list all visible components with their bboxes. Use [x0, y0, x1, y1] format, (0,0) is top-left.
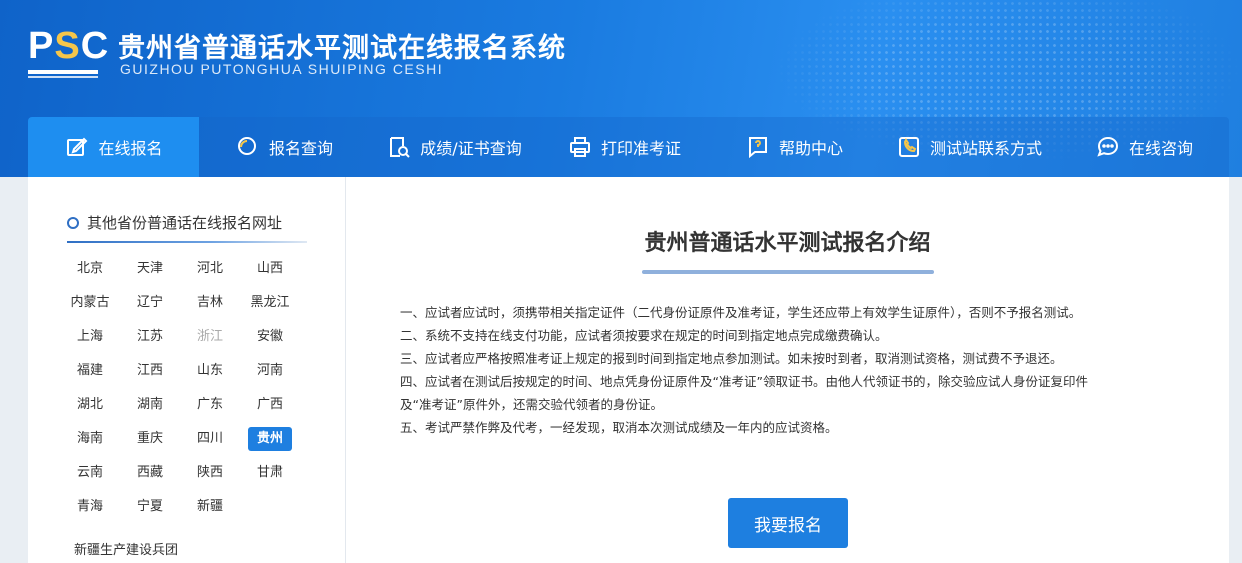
province-link[interactable]: 北京	[68, 257, 112, 281]
province-link[interactable]: 河北	[188, 257, 232, 281]
province-link[interactable]: 云南	[68, 461, 112, 485]
note-line: 及“准考证”原件外，还需交验代领者的身份证。	[400, 397, 663, 412]
main-nav: 在线报名 报名查询 成绩/证书查询 打印准考证 帮助中心 测试站联系方式 在线咨…	[28, 117, 1229, 177]
province-link[interactable]: 吉林	[188, 291, 232, 315]
note-line: 一、应试者应试时，须携带相关指定证件（二代身份证原件及准考证，学生还应带上有效学…	[400, 305, 1082, 320]
nav-print-admission-ticket[interactable]: 打印准考证	[539, 117, 709, 177]
document-search-icon	[386, 134, 412, 160]
site-header: PSC 贵州省普通话水平测试在线报名系统 GUIZHOU PUTONGHUA S…	[0, 0, 1242, 177]
sidebar: 其他省份普通话在线报名网址 北京 天津 河北 山西内蒙古 辽宁 吉林 黑龙江上海 江苏 浙江 安徽…	[28, 177, 346, 563]
sidebar-title: 其他省份普通话在线报名网址	[67, 212, 282, 233]
province-link[interactable]: 江苏	[128, 325, 172, 349]
main-content: 贵州普通话水平测试报名介绍 一、应试者应试时，须携带相关指定证件（二代身份证原件…	[346, 177, 1229, 563]
province-link[interactable]: 湖南	[128, 393, 172, 417]
province-link[interactable]: 浙江	[188, 325, 232, 349]
province-link[interactable]: 新疆	[188, 495, 232, 519]
province-link-xinjiang-corps[interactable]: 新疆生产建设兵团	[68, 539, 178, 563]
province-link[interactable]: 海南	[68, 427, 112, 451]
title-underline	[642, 270, 934, 274]
province-link[interactable]: 宁夏	[128, 495, 172, 519]
province-link[interactable]: 福建	[68, 359, 112, 383]
nav-registration-query[interactable]: 报名查询	[199, 117, 369, 177]
note-line: 二、系统不支持在线支付功能，应试者须按要求在规定的时间到指定地点完成缴费确认。	[400, 328, 888, 343]
nav-score-certificate-query[interactable]: 成绩/证书查询	[369, 117, 539, 177]
search-icon	[235, 134, 261, 160]
chat-icon	[1095, 134, 1121, 160]
page-title: 贵州普通话水平测试报名介绍	[644, 231, 931, 256]
province-link[interactable]: 广西	[248, 393, 292, 417]
province-link[interactable]: 甘肃	[248, 461, 292, 485]
province-link[interactable]: 贵州	[248, 427, 292, 451]
province-link[interactable]: 山西	[248, 257, 292, 281]
province-link[interactable]: 青海	[68, 495, 112, 519]
province-link[interactable]: 山东	[188, 359, 232, 383]
province-link[interactable]: 陕西	[188, 461, 232, 485]
sidebar-title-underline	[67, 241, 307, 243]
registration-notes: 一、应试者应试时，须携带相关指定证件（二代身份证原件及准考证，学生还应带上有效学…	[400, 301, 1190, 439]
province-link[interactable]: 湖北	[68, 393, 112, 417]
help-icon	[745, 134, 771, 160]
nav-online-registration[interactable]: 在线报名	[28, 117, 199, 177]
province-link[interactable]: 重庆	[128, 427, 172, 451]
site-title: 贵州省普通话水平测试在线报名系统	[118, 33, 566, 64]
site-subtitle: GUIZHOU PUTONGHUA SHUIPING CESHI	[120, 61, 444, 77]
province-link[interactable]: 四川	[188, 427, 232, 451]
province-link[interactable]: 黑龙江	[248, 291, 292, 315]
note-line: 五、考试严禁作弊及代考，一经发现，取消本次测试成绩及一年内的应试资格。	[400, 420, 838, 435]
nav-test-center-contact[interactable]: 测试站联系方式	[879, 117, 1059, 177]
note-line: 四、应试者在测试后按规定的时间、地点凭身份证原件及“准考证”领取证书。由他人代领…	[400, 374, 1088, 389]
province-link[interactable]: 西藏	[128, 461, 172, 485]
province-link[interactable]: 内蒙古	[68, 291, 112, 315]
apply-button[interactable]: 我要报名	[728, 498, 848, 548]
edit-icon	[64, 134, 90, 160]
province-link[interactable]: 广东	[188, 393, 232, 417]
nav-help-center[interactable]: 帮助中心	[709, 117, 879, 177]
nav-online-consultation[interactable]: 在线咨询	[1059, 117, 1229, 177]
province-link[interactable]: 江西	[128, 359, 172, 383]
province-link[interactable]: 安徽	[248, 325, 292, 349]
circle-icon	[67, 216, 79, 229]
psc-logo[interactable]: PSC	[28, 26, 108, 78]
province-link[interactable]: 河南	[248, 359, 292, 383]
printer-icon	[567, 134, 593, 160]
province-link[interactable]: 辽宁	[128, 291, 172, 315]
province-link[interactable]: 天津	[128, 257, 172, 281]
province-link[interactable]: 上海	[68, 325, 112, 349]
note-line: 三、应试者应严格按照准考证上规定的报到时间到指定地点参加测试。如未按时到者，取消…	[400, 351, 1063, 366]
phone-icon	[896, 134, 922, 160]
